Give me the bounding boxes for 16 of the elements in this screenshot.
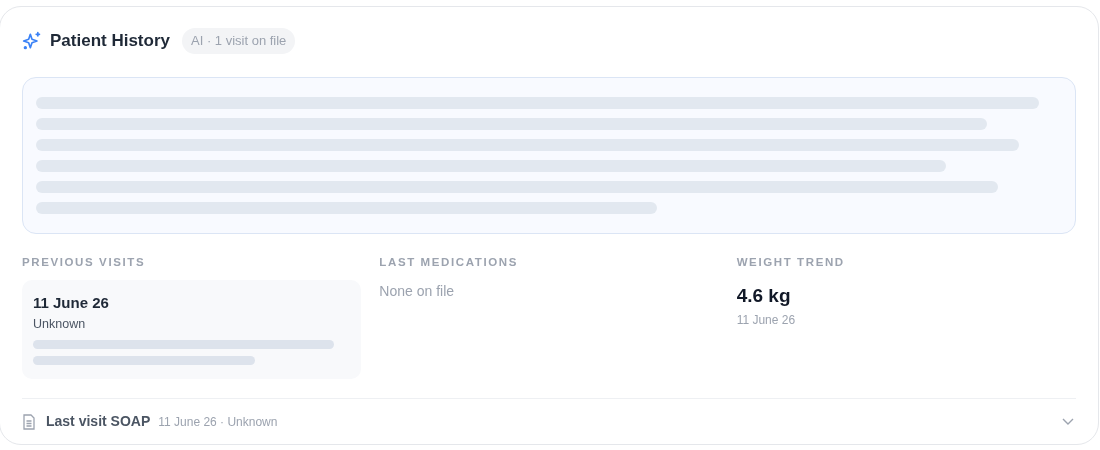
document-icon: [22, 413, 36, 430]
section-heading: PREVIOUS VISITS: [22, 255, 147, 270]
weight-value: 4.6 kg: [736, 284, 791, 308]
soap-meta: 11 June 26 · Unknown: [158, 413, 278, 431]
visit-date: 11 June 26: [33, 293, 109, 313]
section-heading: LAST MEDICATIONS: [379, 255, 519, 270]
section-heading: WEIGHT TREND: [736, 255, 846, 270]
visit-card[interactable]: 11 June 26 Unknown: [22, 280, 361, 379]
weight-date: 11 June 26: [736, 311, 796, 329]
chevron-down-icon[interactable]: [1062, 417, 1074, 426]
visit-vet: Unknown: [33, 315, 86, 333]
empty-text: None on file: [379, 282, 455, 301]
soap-title: Last visit SOAP: [46, 412, 151, 431]
sparkle-icon: [22, 31, 42, 51]
status-badge: AI · 1 visit on file: [182, 28, 296, 54]
card-title: Patient History: [50, 30, 170, 53]
